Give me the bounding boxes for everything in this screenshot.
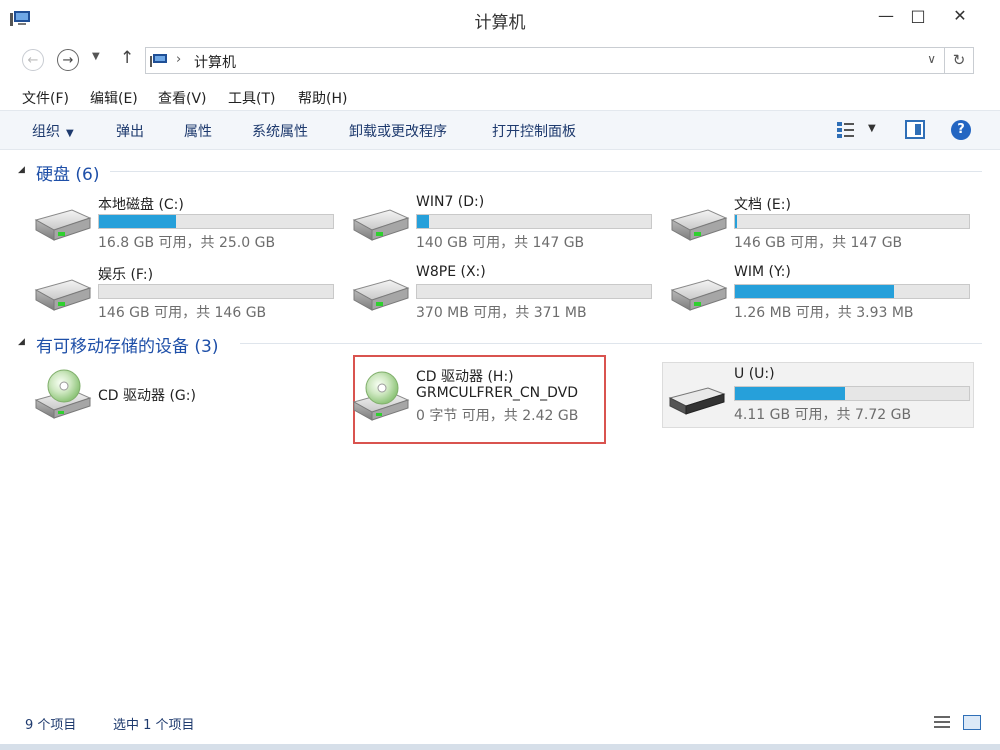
back-button[interactable]: ← — [22, 49, 44, 71]
capacity-fill — [735, 387, 845, 400]
usb-drive-icon — [668, 387, 726, 415]
menu-help[interactable]: 帮助(H) — [298, 88, 347, 108]
capacity-bar — [416, 214, 652, 229]
drive-space-info: 146 GB 可用，共 147 GB — [734, 235, 903, 251]
group-divider — [110, 171, 982, 172]
organize-label: 组织 — [32, 124, 60, 140]
capacity-bar — [734, 214, 970, 229]
cd-drive-icon — [34, 369, 92, 419]
drive-space-info: 16.8 GB 可用，共 25.0 GB — [98, 235, 276, 251]
drive-d[interactable]: WIN7 (D:) 140 GB 可用，共 147 GB — [350, 194, 668, 254]
open-control-panel-button[interactable]: 打开控制面板 — [492, 121, 576, 141]
drive-space-info: 4.11 GB 可用，共 7.72 GB — [734, 407, 912, 423]
change-view-icon[interactable] — [836, 121, 856, 139]
preview-pane-icon[interactable] — [905, 120, 925, 139]
hard-drive-icon — [34, 279, 92, 311]
menu-tools[interactable]: 工具(T) — [228, 88, 275, 108]
drive-g-cd[interactable]: CD 驱动器 (G:) — [32, 364, 350, 424]
window-bottom-border — [0, 744, 1000, 750]
selected-count: 选中 1 个项目 — [113, 718, 195, 733]
recent-locations-chevron-icon[interactable]: ▼ — [92, 51, 100, 62]
large-icons-view-icon[interactable] — [963, 715, 981, 730]
drive-name: 本地磁盘 (C:) — [98, 197, 184, 213]
hard-drive-icon — [352, 209, 410, 241]
drive-e[interactable]: 文档 (E:) 146 GB 可用，共 147 GB — [668, 194, 986, 254]
menu-edit[interactable]: 编辑(E) — [90, 88, 138, 108]
drive-x[interactable]: W8PE (X:) 370 MB 可用，共 371 MB — [350, 264, 668, 324]
help-icon[interactable]: ? — [951, 120, 971, 140]
drive-name: CD 驱动器 (H:) — [416, 369, 514, 385]
eject-button[interactable]: 弹出 — [116, 121, 144, 141]
capacity-fill — [417, 215, 429, 228]
group-header-removable[interactable]: ◢ 有可移动存储的设备 (3) — [18, 332, 982, 357]
hard-drive-icon — [670, 209, 728, 241]
drive-name: 娱乐 (F:) — [98, 267, 154, 283]
drive-space-info: 1.26 MB 可用，共 3.93 MB — [734, 305, 914, 321]
address-path[interactable]: 计算机 — [194, 52, 236, 72]
drive-c[interactable]: 本地磁盘 (C:) 16.8 GB 可用，共 25.0 GB — [32, 194, 350, 254]
collapse-triangle-icon[interactable]: ◢ — [18, 165, 25, 175]
capacity-fill — [735, 215, 738, 228]
close-button[interactable]: ✕ — [946, 6, 974, 26]
group-header-hdd[interactable]: ◢ 硬盘 (6) — [18, 160, 982, 185]
organize-button[interactable]: 组织 ▼ — [32, 121, 74, 141]
menu-view[interactable]: 查看(V) — [158, 88, 207, 108]
menu-bar: 文件(F) 编辑(E) 查看(V) 工具(T) 帮助(H) — [0, 84, 1000, 110]
drive-space-info: 140 GB 可用，共 147 GB — [416, 235, 585, 251]
menu-file[interactable]: 文件(F) — [22, 88, 69, 108]
capacity-bar — [98, 214, 334, 229]
details-view-icon[interactable] — [933, 715, 951, 730]
hard-drive-icon — [352, 279, 410, 311]
maximize-button[interactable]: □ — [904, 6, 932, 26]
system-properties-button[interactable]: 系统属性 — [252, 121, 308, 141]
drive-name: WIN7 (D:) — [416, 194, 485, 210]
item-count: 9 个项目 — [25, 718, 77, 733]
drive-space-info: 370 MB 可用，共 371 MB — [416, 305, 587, 321]
refresh-button[interactable]: ↻ — [944, 47, 974, 74]
title-bar: 计算机 — □ ✕ — [0, 0, 1000, 38]
capacity-bar — [416, 284, 652, 299]
cd-drive-icon — [352, 371, 410, 421]
hard-drive-icon — [34, 209, 92, 241]
drive-name: W8PE (X:) — [416, 264, 486, 280]
computer-icon — [150, 54, 167, 67]
group-divider — [240, 343, 982, 344]
address-row: ← → ▼ ↑ › 计算机 ∨ ↻ — [0, 40, 1000, 82]
window-title: 计算机 — [474, 13, 526, 33]
uninstall-program-button[interactable]: 卸载或更改程序 — [349, 121, 447, 141]
command-bar: 组织 ▼ 弹出 属性 系统属性 卸载或更改程序 打开控制面板 ▼ ? — [0, 110, 1000, 150]
drive-name: WIM (Y:) — [734, 264, 791, 280]
drive-name: CD 驱动器 (G:) — [98, 388, 196, 404]
up-arrow-icon[interactable]: ↑ — [120, 48, 134, 68]
drive-space-info: 0 字节 可用，共 2.42 GB — [416, 408, 579, 424]
chevron-down-icon: ▼ — [66, 128, 74, 139]
drive-u-usb[interactable]: U (U:) 4.11 GB 可用，共 7.72 GB — [668, 366, 986, 426]
volume-label: GRMCULFRER_CN_DVD — [416, 385, 578, 401]
drive-h-cd[interactable]: CD 驱动器 (H:) GRMCULFRER_CN_DVD 0 字节 可用，共 … — [350, 366, 668, 426]
hard-drive-icon — [670, 279, 728, 311]
capacity-bar — [98, 284, 334, 299]
drive-name: U (U:) — [734, 366, 775, 382]
minimize-button[interactable]: — — [872, 6, 900, 26]
capacity-fill — [99, 215, 177, 228]
status-bar: 9 个项目 选中 1 个项目 — [0, 710, 1000, 734]
group-title: 硬盘 (6) — [36, 165, 100, 185]
group-title: 有可移动存储的设备 (3) — [36, 337, 219, 357]
drive-name: 文档 (E:) — [734, 197, 791, 213]
capacity-fill — [735, 285, 895, 298]
forward-button[interactable]: → — [57, 49, 79, 71]
address-bar[interactable]: › 计算机 ∨ — [145, 47, 945, 74]
capacity-bar — [734, 284, 970, 299]
properties-button[interactable]: 属性 — [184, 121, 212, 141]
drive-f[interactable]: 娱乐 (F:) 146 GB 可用，共 146 GB — [32, 264, 350, 324]
capacity-bar — [734, 386, 970, 401]
chevron-down-icon[interactable]: ∨ — [927, 52, 936, 66]
drive-y[interactable]: WIM (Y:) 1.26 MB 可用，共 3.93 MB — [668, 264, 986, 324]
collapse-triangle-icon[interactable]: ◢ — [18, 337, 25, 347]
chevron-right-icon[interactable]: › — [176, 52, 181, 67]
view-options-chevron-icon[interactable]: ▼ — [868, 123, 876, 134]
drive-space-info: 146 GB 可用，共 146 GB — [98, 305, 267, 321]
